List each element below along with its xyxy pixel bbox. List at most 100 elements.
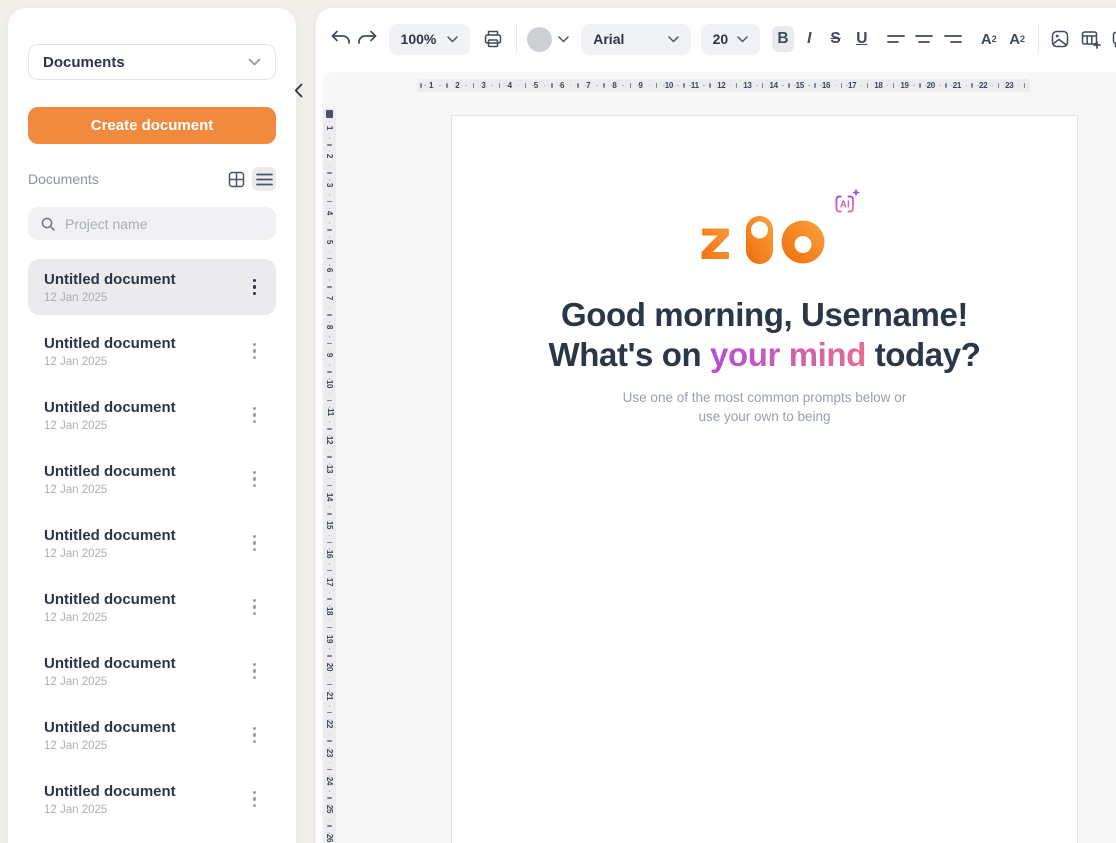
document-list-item[interactable]: Untitled document 12 Jan 2025 bbox=[28, 643, 276, 699]
superscript-button[interactable]: A2 bbox=[978, 26, 1000, 52]
document-menu-button[interactable] bbox=[247, 467, 262, 491]
ruler-unit: 2 bbox=[323, 152, 336, 180]
ruler-unit: 1 bbox=[429, 79, 455, 92]
document-info: Untitled document 12 Jan 2025 bbox=[44, 463, 176, 496]
align-right-button[interactable] bbox=[941, 26, 963, 52]
document-list-item[interactable]: Untitled document 12 Jan 2025 bbox=[28, 707, 276, 763]
editor-panel: 100% Arial 20 bbox=[316, 8, 1116, 843]
zoom-dropdown[interactable]: 100% bbox=[389, 24, 471, 55]
subscript-mark: 2 bbox=[1020, 34, 1025, 44]
document-list-item[interactable]: Untitled document 12 Jan 2025 bbox=[28, 771, 276, 827]
document-menu-button[interactable] bbox=[247, 787, 262, 811]
document-date: 12 Jan 2025 bbox=[44, 740, 176, 752]
document-list-item[interactable]: Untitled document 12 Jan 2025 bbox=[28, 515, 276, 571]
underline-button[interactable]: U bbox=[851, 26, 873, 52]
chevron-down-icon bbox=[248, 58, 261, 66]
document-menu-button[interactable] bbox=[247, 723, 262, 747]
italic-button[interactable]: I bbox=[798, 26, 820, 52]
ruler-unit: 23 bbox=[323, 749, 336, 777]
font-size-dropdown[interactable]: 20 bbox=[701, 24, 760, 55]
list-view-button[interactable] bbox=[252, 167, 276, 191]
document-date: 12 Jan 2025 bbox=[44, 420, 176, 432]
ruler-unit: 7 bbox=[323, 294, 336, 322]
align-left-button[interactable] bbox=[885, 26, 907, 52]
ruler-unit: 12 bbox=[717, 79, 743, 92]
document-title: Untitled document bbox=[44, 719, 176, 736]
redo-button[interactable] bbox=[356, 26, 378, 52]
align-right-icon bbox=[944, 33, 962, 45]
document-page[interactable]: z AI bbox=[451, 115, 1078, 843]
document-menu-button[interactable] bbox=[247, 659, 262, 683]
font-size-value: 20 bbox=[713, 31, 729, 47]
ruler-unit: 20 bbox=[927, 79, 953, 92]
sidebar-collapse-button[interactable] bbox=[290, 80, 306, 100]
search-input[interactable] bbox=[65, 216, 264, 232]
search-box[interactable] bbox=[28, 207, 276, 240]
chevron-down-icon bbox=[447, 36, 458, 43]
ruler-unit: 19 bbox=[323, 635, 336, 663]
ruler-unit: 4 bbox=[323, 209, 336, 237]
ruler-margin-marker[interactable] bbox=[326, 110, 333, 124]
ruler-unit: 21 bbox=[323, 692, 336, 720]
document-menu-button[interactable] bbox=[247, 275, 262, 299]
ruler-unit: 18 bbox=[874, 79, 900, 92]
insert-table-button[interactable] bbox=[1079, 26, 1101, 52]
ruler-unit: 17 bbox=[323, 578, 336, 606]
ruler-unit: 14 bbox=[769, 79, 795, 92]
bold-button[interactable]: B bbox=[772, 26, 794, 52]
chevron-down-icon bbox=[737, 36, 748, 43]
align-center-button[interactable] bbox=[913, 26, 935, 52]
editor-surface: 1234567891011121314151617181920212223 12… bbox=[322, 72, 1116, 843]
text-color-picker[interactable] bbox=[527, 27, 569, 52]
ruler-unit: 15 bbox=[323, 521, 336, 549]
comment-button[interactable] bbox=[1110, 26, 1116, 52]
document-list-item[interactable]: Untitled document 12 Jan 2025 bbox=[28, 451, 276, 507]
ruler-unit: 20 bbox=[323, 663, 336, 691]
toolbar-divider bbox=[1038, 24, 1039, 54]
ruler-unit: 13 bbox=[743, 79, 769, 92]
subtitle-line2: use your own to being bbox=[698, 409, 830, 424]
comment-icon bbox=[1111, 30, 1116, 49]
ruler-unit: 8 bbox=[323, 323, 336, 351]
document-menu-button[interactable] bbox=[247, 403, 262, 427]
vertical-ruler[interactable]: 1234567891011121314151617181920212223242… bbox=[323, 108, 336, 843]
document-title: Untitled document bbox=[44, 399, 176, 416]
document-list-item[interactable]: Untitled document 12 Jan 2025 bbox=[28, 323, 276, 379]
document-menu-button[interactable] bbox=[247, 595, 262, 619]
create-document-button[interactable]: Create document bbox=[28, 107, 276, 144]
undo-button[interactable] bbox=[330, 26, 352, 52]
ruler-unit: 1 bbox=[323, 124, 336, 152]
document-menu-button[interactable] bbox=[247, 339, 262, 363]
document-info: Untitled document 12 Jan 2025 bbox=[44, 591, 176, 624]
document-list-item[interactable]: Untitled document 12 Jan 2025 bbox=[28, 579, 276, 635]
ruler-unit: 17 bbox=[848, 79, 874, 92]
ruler-unit: 13 bbox=[323, 465, 336, 493]
ruler-unit: 8 bbox=[612, 79, 638, 92]
print-button[interactable] bbox=[482, 26, 504, 52]
ai-badge-icon: AI bbox=[831, 188, 861, 219]
document-list-item[interactable]: Untitled document 12 Jan 2025 bbox=[28, 259, 276, 315]
subscript-button[interactable]: A2 bbox=[1006, 26, 1028, 52]
document-title: Untitled document bbox=[44, 655, 176, 672]
sidebar: Documents Create document Documents Unti… bbox=[8, 8, 296, 843]
ruler-unit: 25 bbox=[323, 805, 336, 833]
grid-view-button[interactable] bbox=[224, 167, 248, 191]
ruler-unit: 15 bbox=[796, 79, 822, 92]
collection-dropdown-value: Documents bbox=[43, 54, 125, 71]
ruler-unit: 5 bbox=[323, 238, 336, 266]
horizontal-ruler[interactable]: 1234567891011121314151617181920212223 bbox=[417, 79, 1030, 92]
document-title: Untitled document bbox=[44, 271, 176, 288]
document-menu-button[interactable] bbox=[247, 531, 262, 555]
collection-dropdown[interactable]: Documents bbox=[28, 44, 276, 80]
font-family-dropdown[interactable]: Arial bbox=[581, 24, 690, 55]
ruler-unit: 5 bbox=[534, 79, 560, 92]
ruler-unit: 11 bbox=[323, 408, 336, 436]
insert-image-button[interactable] bbox=[1049, 26, 1071, 52]
document-list-item[interactable]: Untitled document 12 Jan 2025 bbox=[28, 387, 276, 443]
ruler-unit: 9 bbox=[639, 79, 665, 92]
ruler-unit: 22 bbox=[979, 79, 1005, 92]
superscript-mark: 2 bbox=[992, 34, 997, 44]
strikethrough-button[interactable]: S bbox=[824, 26, 846, 52]
ruler-unit: 4 bbox=[508, 79, 534, 92]
subscript-label: A bbox=[1009, 31, 1020, 48]
